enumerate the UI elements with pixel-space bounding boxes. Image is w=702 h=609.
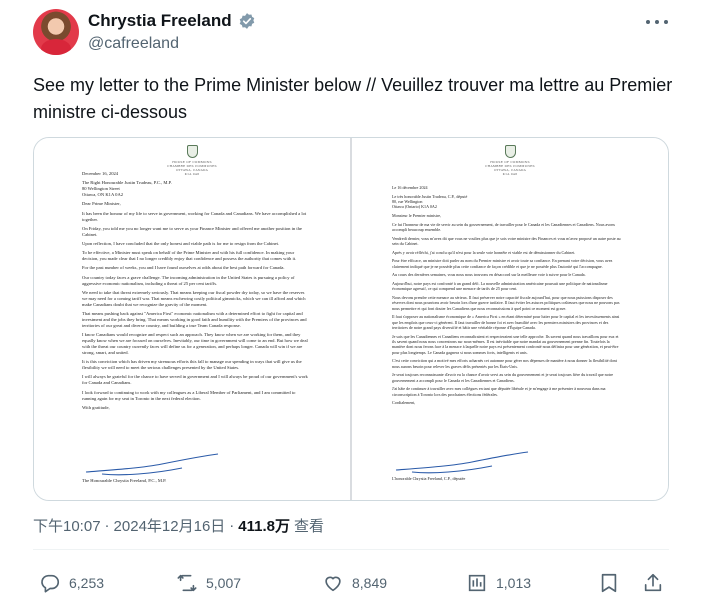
like-count: 8,849: [352, 575, 388, 591]
letter-paragraph: We need to take that threat extremely se…: [82, 289, 306, 307]
tweet-time[interactable]: 下午10:07: [33, 515, 101, 536]
letter-page-english[interactable]: HOUSE OF COMMONS CHAMBRE DES COMMUNES OT…: [34, 138, 352, 500]
letter-paragraph: C'est cette conviction qui a motivé mes …: [392, 358, 617, 369]
letter-paragraph: To be effective, a Minister must speak o…: [82, 250, 297, 262]
letter-paragraph: J'ai hâte de continuer à travailler avec…: [392, 386, 606, 397]
author-handle[interactable]: @cafreeland: [88, 35, 256, 53]
views-count: 411.8万: [238, 518, 291, 535]
letter-salutation: Monsieur le Premier ministre,: [392, 213, 442, 218]
coat-of-arms-icon: [187, 145, 198, 158]
author-info: Chrystia Freeland @cafreeland: [88, 10, 256, 53]
letter-body-en: December 16, 2024 The Right Honourable J…: [82, 171, 310, 414]
action-bar: 6,253 5,007 8,849 1,013: [33, 568, 669, 598]
letter-addressee: Le très honorable Justin Trudeau, C.P., …: [392, 193, 468, 210]
letter-paragraph: Upon reflection, I have concluded that t…: [82, 240, 280, 246]
letter-closing: Cordialement,: [392, 400, 416, 406]
retweet-button[interactable]: 5,007: [176, 572, 241, 594]
bookmark-icon: [601, 573, 617, 593]
avatar[interactable]: [33, 9, 79, 55]
letter-paragraph: Après y avoir réfléchi, j'ai conclu qu'i…: [392, 249, 576, 255]
signature-block: L'honorable Chrystia Freeland, C.P., dép…: [392, 476, 466, 481]
letter-paragraph: Our country today faces a grave challeng…: [82, 274, 295, 286]
letter-page-french[interactable]: HOUSE OF COMMONS CHAMBRE DES COMMUNES OT…: [352, 138, 668, 500]
author-name[interactable]: Chrystia Freeland: [88, 11, 232, 31]
letter-closing: With gratitude,: [82, 404, 110, 410]
letter-body-fr: Le 16 décembre 2024 Le très honorable Ju…: [392, 185, 622, 409]
analytics-icon: [468, 574, 486, 592]
letter-paragraph: Ce fut l'honneur de ma vie de servir au …: [392, 221, 615, 232]
letter-paragraph: It is this conviction which has driven m…: [82, 359, 302, 371]
tweet-text: See my letter to the Prime Minister belo…: [33, 75, 673, 122]
share-button[interactable]: [642, 572, 664, 594]
signature-graphic: [395, 451, 529, 474]
coat-of-arms-icon: [505, 145, 516, 158]
share-icon: [644, 573, 662, 592]
bookmark-button[interactable]: [598, 572, 620, 594]
reply-count: 6,253: [69, 575, 105, 591]
letter-paragraph: On Friday, you told me you no longer wan…: [82, 225, 302, 237]
meta-separator: ·: [229, 517, 235, 534]
letter-paragraph: Aujourd'hui, notre pays est confronté à …: [392, 280, 608, 292]
letter-salutation: Dear Prime Minister,: [82, 201, 121, 207]
reply-button[interactable]: 6,253: [39, 572, 104, 594]
tweet-media[interactable]: HOUSE OF COMMONS CHAMBRE DES COMMUNES OT…: [33, 137, 669, 501]
divider: [33, 549, 669, 550]
meta-separator: ·: [104, 517, 110, 534]
letter-paragraph: I look forward to continuing to work wit…: [82, 389, 296, 401]
letter-paragraph: That means pushing back against "America…: [82, 310, 307, 328]
views-label: 查看: [294, 518, 325, 535]
letter-paragraph: Pour être efficace, un ministre doit par…: [392, 258, 613, 269]
more-options-icon[interactable]: [646, 13, 668, 31]
letter-paragraph: Je sais que les Canadiennes et Canadiens…: [392, 333, 619, 355]
tweet-date[interactable]: 2024年12月16日: [114, 515, 226, 536]
letter-paragraph: Il faut s'opposer au nationalisme économ…: [392, 314, 620, 330]
letter-paragraph: Au cours des dernières semaines, vous no…: [392, 272, 586, 278]
verified-badge-icon: [239, 13, 254, 29]
letter-addressee: The Right Honourable Justin Trudeau, P.C…: [82, 180, 172, 198]
signature-block: The Honourable Chrystia Freeland, P.C., …: [82, 478, 167, 483]
retweet-count: 5,007: [206, 575, 242, 591]
reply-icon: [41, 574, 60, 593]
letterhead: HOUSE OF COMMONS CHAMBRE DES COMMUNES OT…: [485, 160, 535, 176]
letter-paragraph: For the past number of weeks, you and I …: [82, 265, 285, 271]
views-action-count: 1,013: [496, 575, 532, 591]
letter-paragraph: I will always be grateful for the chance…: [82, 374, 308, 386]
letter-paragraph: Je serai toujours reconnaissante d'avoir…: [392, 372, 614, 383]
signature-graphic: [85, 453, 219, 476]
tweet-meta: 下午10:07 · 2024年12月16日 · 411.8万 查看: [33, 515, 324, 536]
letter-paragraph: I know Canadians would recognize and res…: [82, 332, 308, 356]
retweet-icon: [177, 574, 197, 592]
tweet: Chrystia Freeland @cafreeland See my let…: [0, 0, 702, 609]
heart-icon: [325, 576, 341, 592]
like-button[interactable]: 8,849: [322, 572, 387, 594]
views-button[interactable]: 1,013: [466, 572, 531, 594]
letter-paragraph: Vendredi dernier, vous m'avez dit que vo…: [392, 235, 621, 246]
letter-paragraph: Nous devons prendre cette menace au séri…: [392, 294, 620, 311]
letter-paragraph: It has been the honour of my life to ser…: [82, 210, 307, 222]
letter-date: December 16, 2024: [82, 171, 119, 176]
letter-date: Le 16 décembre 2024: [392, 185, 428, 190]
